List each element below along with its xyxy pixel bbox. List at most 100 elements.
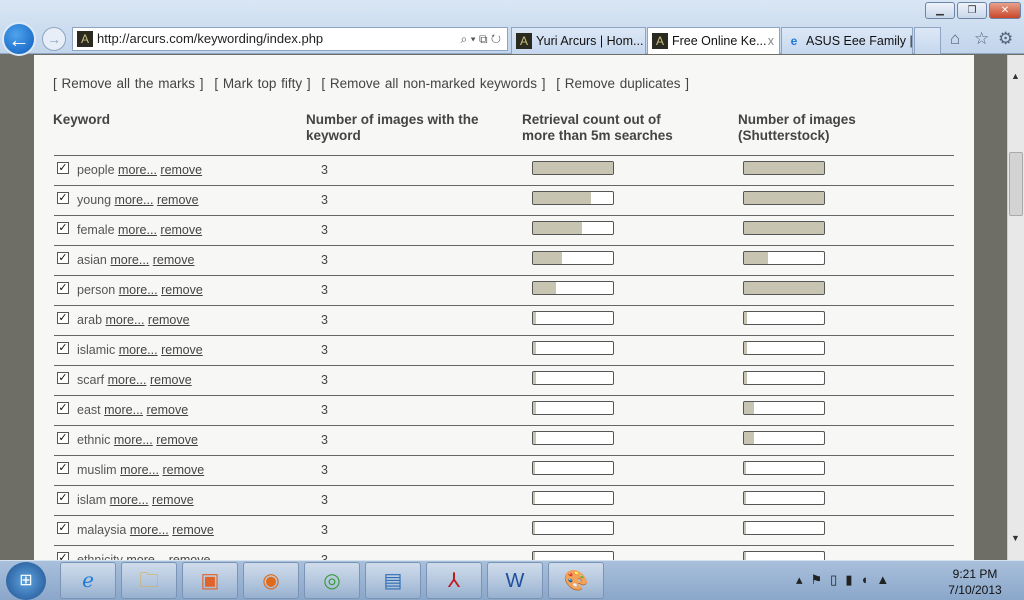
keyword-checkbox[interactable]: ✓: [57, 462, 69, 474]
retrieval-bar-fill: [533, 192, 591, 204]
image-count: 3: [321, 283, 328, 297]
new-tab-button[interactable]: [914, 27, 941, 54]
shutterstock-bar: [743, 521, 825, 535]
address-bar[interactable]: A http://arcurs.com/keywording/index.php…: [72, 27, 508, 51]
keyword-text: person: [77, 283, 116, 297]
shutterstock-bar: [743, 461, 825, 475]
retrieval-bar: [532, 461, 614, 475]
more-link[interactable]: more...: [106, 313, 145, 327]
keyword-checkbox[interactable]: ✓: [57, 432, 69, 444]
taskbar-photo-gallery-icon[interactable]: ▣: [182, 562, 238, 599]
remove-link[interactable]: remove: [156, 433, 198, 447]
retrieval-bar-fill: [533, 162, 613, 174]
keyword-checkbox[interactable]: ✓: [57, 552, 69, 560]
remove-link[interactable]: remove: [148, 313, 190, 327]
keyword-checkbox[interactable]: ✓: [57, 492, 69, 504]
more-link[interactable]: more...: [126, 553, 165, 560]
retrieval-bar: [532, 341, 614, 355]
taskbar-windows-explorer-icon[interactable]: 🗀: [121, 562, 177, 599]
taskbar-control-panel-icon[interactable]: ▤: [365, 562, 421, 599]
remove-link[interactable]: remove: [160, 163, 202, 177]
keyword-checkbox[interactable]: ✓: [57, 342, 69, 354]
keyword-checkbox[interactable]: ✓: [57, 192, 69, 204]
start-button[interactable]: ⊞: [6, 562, 46, 600]
keyword-checkbox[interactable]: ✓: [57, 222, 69, 234]
system-tray[interactable]: ▴⚑▯▮◖▲: [796, 572, 897, 588]
restore-button[interactable]: ❐: [957, 2, 987, 19]
keyword-checkbox[interactable]: ✓: [57, 402, 69, 414]
clock[interactable]: 9:21 PM 7/10/2013: [940, 566, 1010, 598]
more-link[interactable]: more...: [118, 223, 157, 237]
remove-link[interactable]: remove: [152, 493, 194, 507]
table-row: ✓ east more... remove 3: [54, 395, 954, 425]
vertical-scrollbar[interactable]: ▲ ▼: [1007, 55, 1024, 560]
forward-button[interactable]: →: [42, 27, 66, 51]
gear-icon[interactable]: ⚙: [998, 29, 1013, 49]
shutterstock-bar-fill: [744, 282, 824, 294]
tab-yuri-arcurs[interactable]: A Yuri Arcurs | Hom...: [511, 27, 646, 54]
remove-link[interactable]: remove: [160, 223, 202, 237]
back-button[interactable]: ←: [2, 22, 36, 56]
shutterstock-bar-fill: [744, 222, 824, 234]
remove-link[interactable]: remove: [147, 403, 189, 417]
taskbar-firefox-icon[interactable]: ◉: [243, 562, 299, 599]
tab-free-online-keywording[interactable]: A Free Online Ke... x: [647, 27, 780, 54]
more-link[interactable]: more...: [108, 373, 147, 387]
close-tab-icon[interactable]: x: [768, 28, 774, 54]
keyword-checkbox[interactable]: ✓: [57, 372, 69, 384]
image-count: 3: [321, 493, 328, 507]
more-link[interactable]: more...: [104, 403, 143, 417]
close-window-button[interactable]: ✕: [989, 2, 1021, 19]
retrieval-bar: [532, 431, 614, 445]
keyword-checkbox[interactable]: ✓: [57, 522, 69, 534]
search-refresh-icons[interactable]: ⌕ ▾ ⧉ ↻: [461, 28, 501, 50]
keyword-checkbox[interactable]: ✓: [57, 252, 69, 264]
more-link[interactable]: more...: [110, 253, 149, 267]
tab-asus-eee[interactable]: e ASUS Eee Family |...: [781, 27, 913, 54]
taskbar-adobe-reader-icon[interactable]: ⅄: [426, 562, 482, 599]
shutterstock-bar: [743, 311, 825, 325]
retrieval-bar: [532, 221, 614, 235]
remove-link[interactable]: remove: [150, 373, 192, 387]
remove-link[interactable]: remove: [162, 463, 204, 477]
scroll-down-arrow-icon[interactable]: ▼: [1011, 533, 1020, 543]
more-link[interactable]: more...: [114, 433, 153, 447]
more-link[interactable]: more...: [119, 283, 158, 297]
remove-duplicates-link[interactable]: [ Remove duplicates ]: [556, 76, 689, 91]
taskbar-paint-icon[interactable]: 🎨: [548, 562, 604, 599]
taskbar-internet-explorer-icon[interactable]: ℯ: [60, 562, 116, 599]
scrollbar-thumb[interactable]: [1009, 152, 1023, 216]
retrieval-bar-fill: [533, 522, 536, 534]
more-link[interactable]: more...: [110, 493, 149, 507]
remove-link[interactable]: remove: [157, 193, 199, 207]
remove-non-marked-link[interactable]: [ Remove all non-marked keywords ]: [321, 76, 545, 91]
taskbar-chrome-icon[interactable]: ◎: [304, 562, 360, 599]
minimize-button[interactable]: ▁: [925, 2, 955, 19]
shutterstock-bar-fill: [744, 162, 824, 174]
remove-link[interactable]: remove: [161, 343, 203, 357]
keyword-text: scarf: [77, 373, 105, 387]
image-count: 3: [321, 373, 328, 387]
more-link[interactable]: more...: [118, 163, 157, 177]
remove-link[interactable]: remove: [161, 283, 203, 297]
remove-link[interactable]: remove: [169, 553, 211, 560]
remove-all-marks-link[interactable]: [ Remove all the marks ]: [53, 76, 204, 91]
remove-link[interactable]: remove: [172, 523, 214, 537]
keyword-checkbox[interactable]: ✓: [57, 162, 69, 174]
remove-link[interactable]: remove: [153, 253, 195, 267]
scroll-up-arrow-icon[interactable]: ▲: [1011, 71, 1020, 81]
keyword-checkbox[interactable]: ✓: [57, 312, 69, 324]
retrieval-bar: [532, 521, 614, 535]
more-link[interactable]: more...: [130, 523, 169, 537]
more-link[interactable]: more...: [115, 193, 154, 207]
taskbar-word-icon[interactable]: W: [487, 562, 543, 599]
more-link[interactable]: more...: [120, 463, 159, 477]
retrieval-bar: [532, 551, 614, 560]
keyword-text: young: [77, 193, 112, 207]
more-link[interactable]: more...: [119, 343, 158, 357]
image-count: 3: [321, 463, 328, 477]
favorites-star-icon[interactable]: ☆: [974, 29, 989, 49]
keyword-checkbox[interactable]: ✓: [57, 282, 69, 294]
mark-top-fifty-link[interactable]: [ Mark top fifty ]: [214, 76, 310, 91]
home-icon[interactable]: ⌂: [950, 29, 960, 49]
